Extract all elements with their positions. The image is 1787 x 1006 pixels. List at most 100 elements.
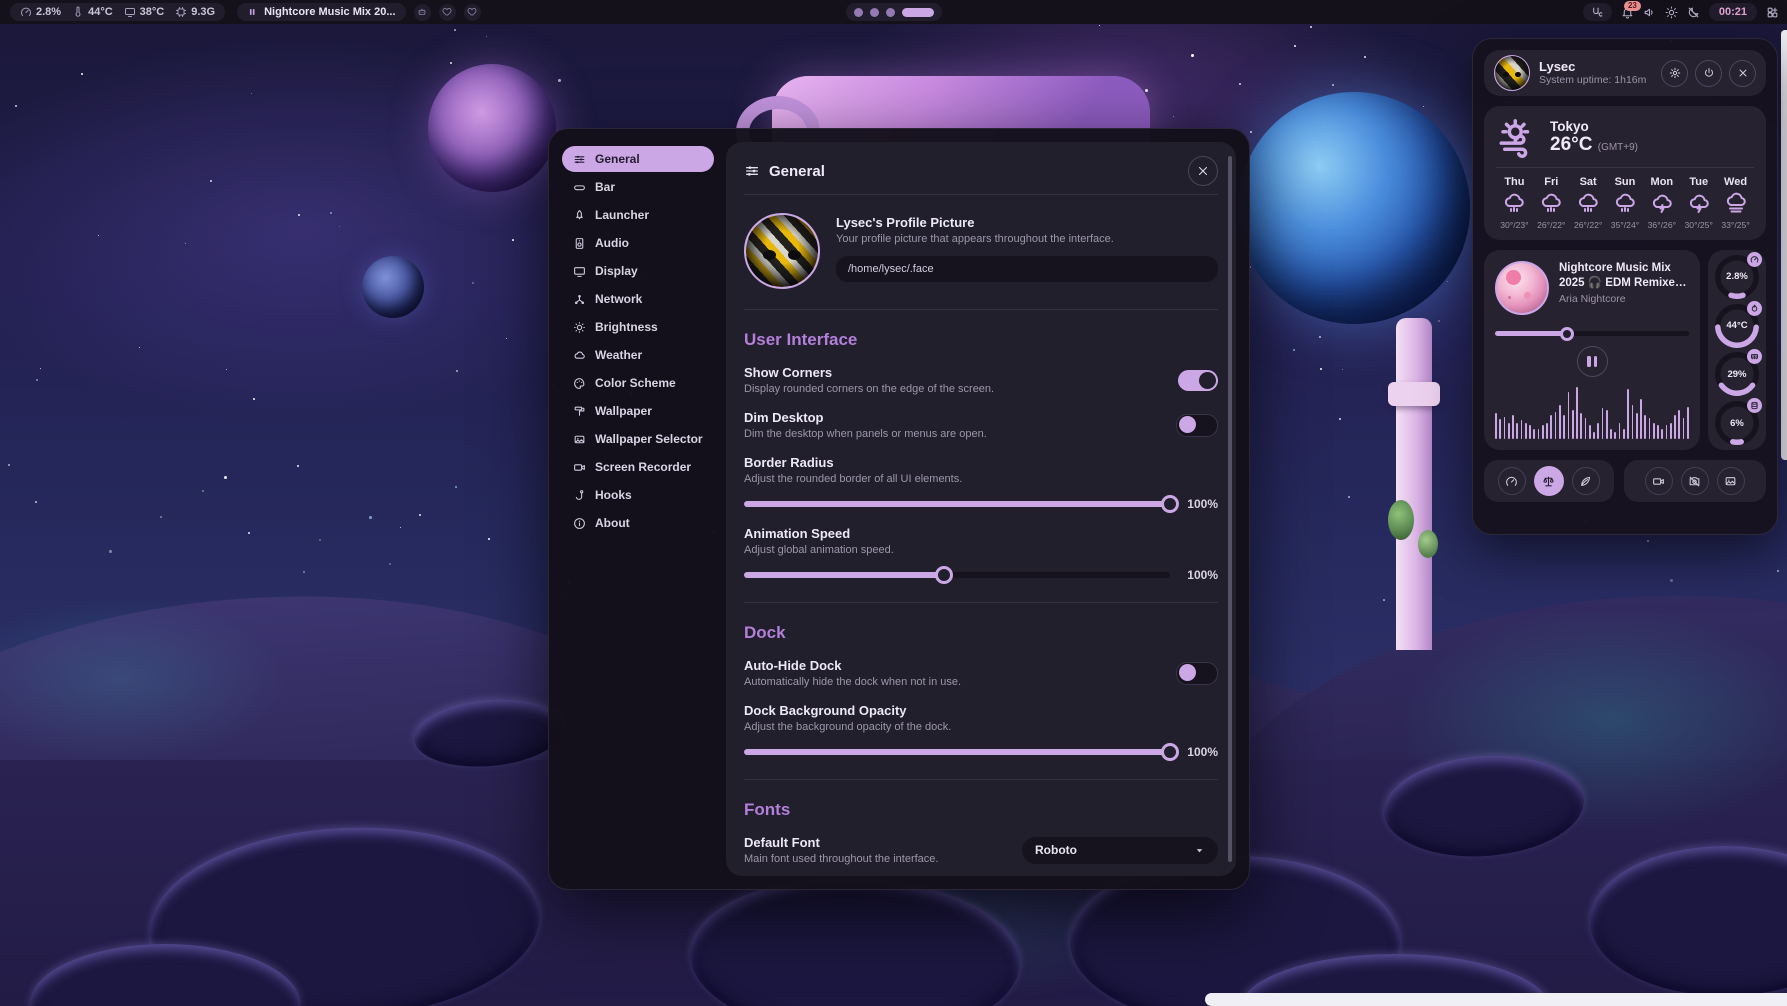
sidebar-item-brightness[interactable]: Brightness <box>562 314 714 340</box>
balanced-profile-button[interactable] <box>1534 466 1564 496</box>
system-stats-pill[interactable]: 2.8% 44°C 38°C 9.3G <box>10 3 225 21</box>
brightness-button[interactable] <box>1665 6 1678 19</box>
bot-icon <box>417 7 427 17</box>
heart-button[interactable] <box>439 4 456 21</box>
disk-gauge: 6% <box>1715 401 1759 445</box>
settings-scrollbar[interactable] <box>1228 156 1232 862</box>
storm-icon <box>1643 192 1680 216</box>
screen-corner-strip <box>1205 993 1787 1006</box>
wallpaper-tool-button[interactable] <box>1717 467 1745 495</box>
weather-temp: 26°C <box>1550 134 1592 155</box>
sidebar-item-hooks[interactable]: Hooks <box>562 482 714 508</box>
heart-icon <box>442 7 452 17</box>
camera-off-icon <box>1688 475 1701 488</box>
profile-desc: Your profile picture that appears throug… <box>836 233 1218 245</box>
sidebar-item-bar[interactable]: Bar <box>562 174 714 200</box>
gpu-stat: 38°C <box>124 6 165 18</box>
gauge-icon <box>1747 252 1762 267</box>
bot-button[interactable] <box>414 4 431 21</box>
notifications-button[interactable]: 23 <box>1621 6 1634 19</box>
gauge-icon <box>20 6 32 18</box>
dock-opacity-slider[interactable] <box>744 749 1170 755</box>
power-button[interactable] <box>1695 60 1722 87</box>
side-strip <box>1781 30 1787 460</box>
page-title: General <box>769 163 1179 180</box>
memory-gauge: 29% <box>1715 352 1759 396</box>
volume-button[interactable] <box>1643 6 1656 19</box>
music-card: Nightcore Music Mix 2025 🎧 EDM Remixes o… <box>1484 250 1700 450</box>
heart-button[interactable] <box>464 4 481 21</box>
speaker-box-icon <box>573 237 586 250</box>
pause-button[interactable] <box>1577 346 1608 377</box>
fog-icon <box>1717 192 1754 216</box>
profile-path-input[interactable]: /home/lysec/.face <box>836 256 1218 282</box>
animation-speed-slider[interactable] <box>744 572 1170 578</box>
avatar <box>1494 55 1530 91</box>
workspace-active[interactable] <box>902 8 934 17</box>
profile-picture[interactable] <box>744 213 820 289</box>
power-saver-profile-button[interactable] <box>1572 467 1600 495</box>
forecast: Thu Fri Sat Sun Mon Tue Wed 30°/23° 26°/… <box>1496 176 1754 230</box>
speaker-icon <box>1643 6 1656 19</box>
planet-earth <box>1238 92 1470 324</box>
monitor-icon <box>124 6 136 18</box>
ram-icon <box>1747 349 1762 364</box>
power-profiles <box>1484 460 1614 502</box>
sidebar-item-launcher[interactable]: Launcher <box>562 202 714 228</box>
settings-window: General Bar Launcher Audio Display Netwo… <box>548 128 1250 890</box>
user-card: Lysec System uptime: 1h16m <box>1484 50 1766 96</box>
gauge-icon <box>1505 475 1518 488</box>
images-icon <box>573 433 586 446</box>
sidebar-item-color-scheme[interactable]: Color Scheme <box>562 370 714 396</box>
system-stats-card: 2.8% 44°C 29% 6% <box>1708 250 1766 450</box>
info-icon <box>573 517 586 530</box>
weather-card: Tokyo 26°C (GMT+9) Thu Fri Sat Sun Mon T… <box>1484 106 1766 240</box>
border-radius-slider[interactable] <box>744 501 1170 507</box>
default-font-dropdown[interactable]: Roboto <box>1022 837 1218 864</box>
music-progress[interactable] <box>1495 327 1689 339</box>
settings-button[interactable] <box>1661 60 1688 87</box>
sidebar-item-general[interactable]: General <box>562 146 714 172</box>
dashboard-panel: Lysec System uptime: 1h16m Tokyo <box>1472 38 1778 535</box>
temperature-gauge: 44°C <box>1715 304 1759 348</box>
sidebar-item-network[interactable]: Network <box>562 286 714 312</box>
track-title: Nightcore Music Mix 2025 🎧 EDM Remixes o… <box>1559 261 1689 291</box>
apps-grid-button[interactable] <box>1766 6 1779 19</box>
workspace-dot[interactable] <box>854 8 863 17</box>
paint-roller-icon <box>573 405 586 418</box>
sidebar-item-screen-recorder[interactable]: Screen Recorder <box>562 454 714 480</box>
workspaces[interactable] <box>846 3 942 21</box>
sidebar-item-audio[interactable]: Audio <box>562 230 714 256</box>
show-corners-toggle[interactable] <box>1178 370 1218 391</box>
sidebar-item-wallpaper-selector[interactable]: Wallpaper Selector <box>562 426 714 452</box>
performance-profile-button[interactable] <box>1498 467 1526 495</box>
sidebar-item-about[interactable]: About <box>562 510 714 536</box>
chip-icon <box>175 6 187 18</box>
tray-pill[interactable] <box>1583 3 1612 21</box>
top-bar: 2.8% 44°C 38°C 9.3G Nightcore Music Mix … <box>0 0 1787 24</box>
sidebar-item-weather[interactable]: Weather <box>562 342 714 368</box>
night-light-button[interactable] <box>1687 6 1700 19</box>
wallpaper-tower <box>1396 318 1432 650</box>
close-button[interactable] <box>1188 156 1218 186</box>
profile-title: Lysec's Profile Picture <box>836 215 1218 230</box>
apps-grid-icon <box>1766 6 1779 19</box>
sidebar-item-display[interactable]: Display <box>562 258 714 284</box>
workspace-dot[interactable] <box>886 8 895 17</box>
leaf-icon <box>1579 475 1592 488</box>
workspace-dot[interactable] <box>870 8 879 17</box>
close-panel-button[interactable] <box>1729 60 1756 87</box>
sliders-icon <box>744 163 760 179</box>
scales-icon <box>1542 475 1555 488</box>
sidebar-item-wallpaper[interactable]: Wallpaper <box>562 398 714 424</box>
screen-record-button[interactable] <box>1645 467 1673 495</box>
media-pill[interactable]: Nightcore Music Mix 20... <box>237 3 405 21</box>
dim-desktop-toggle[interactable] <box>1176 414 1218 437</box>
media-title: Nightcore Music Mix 20... <box>264 6 395 18</box>
clock[interactable]: 00:21 <box>1709 3 1757 21</box>
close-icon <box>1737 67 1749 79</box>
user-name: Lysec <box>1539 60 1646 75</box>
auto-hide-dock-toggle[interactable] <box>1176 662 1218 685</box>
screenshot-off-button[interactable] <box>1681 467 1709 495</box>
storm-icon <box>1680 192 1717 216</box>
